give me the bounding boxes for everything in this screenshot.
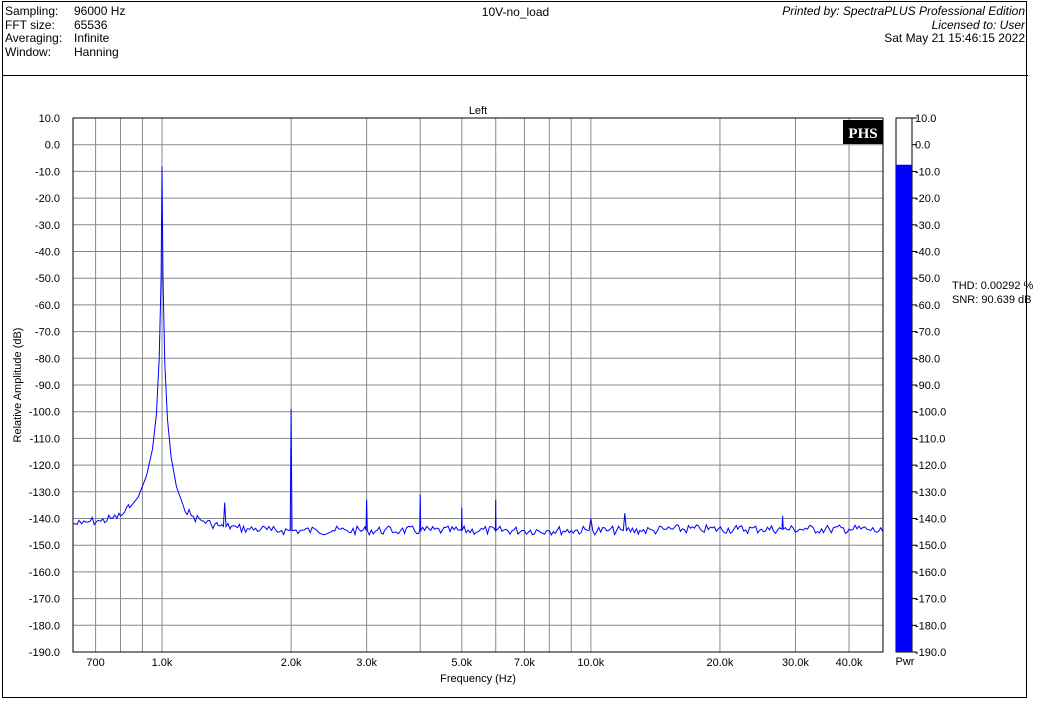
spectrum-chart: 10.0 0.0 -10.0 -20.0 -30.0 -40.0 -50.0 -60.0 -70…: [12, 105, 946, 685]
power-meter-tick-label: -40.0: [915, 247, 940, 259]
y-tick-label: -110.0: [30, 433, 60, 445]
power-meter-tick-label: -80.0: [915, 353, 940, 365]
thd-readout: THD: 0.00292 %: [952, 280, 1034, 292]
power-meter-tick-label: -190.0: [915, 647, 946, 659]
power-meter-tick-label: -20.0: [915, 193, 940, 205]
phs-logo: PHS: [843, 120, 883, 144]
y-tick-label: -90.0: [35, 380, 60, 392]
x-tick-label: 2.0k: [281, 657, 302, 669]
power-meter-label: Pwr: [896, 656, 915, 668]
y-tick-label: -100.0: [29, 407, 60, 419]
y-axis-label: Relative Amplitude (dB): [12, 328, 24, 443]
y-tick-label: -190.0: [29, 647, 60, 659]
chart-grid: [73, 117, 883, 653]
y-tick-label: -160.0: [29, 567, 60, 579]
x-tick-label: 30.0k: [782, 657, 809, 669]
x-axis-label: Frequency (Hz): [440, 673, 516, 685]
power-meter-tick-label: -180.0: [915, 620, 946, 632]
x-tick-labels: 700 1.0k 2.0k 3.0k 5.0k 7.0k 10.0k 20.0k 30.0k 40…: [86, 657, 863, 669]
power-meter-fill: [896, 164, 912, 652]
power-meter-tick-label: -120.0: [915, 460, 946, 472]
y-tick-label: -140.0: [29, 514, 60, 526]
y-tick-label: -50.0: [35, 273, 60, 285]
y-tick-label: -20.0: [35, 193, 60, 205]
power-meter-tick-label: -60.0: [915, 300, 940, 312]
chart-title: Left: [469, 105, 487, 117]
power-meter-ticks: 10.0 0.0 -10.0 -20.0 -30.0 -40.0 -50.0 -60.0 -70…: [912, 113, 946, 659]
power-meter-tick-label: -160.0: [915, 567, 946, 579]
spectrum-series-line: [73, 166, 884, 537]
y-tick-label: -10.0: [35, 166, 60, 178]
y-tick-label: -30.0: [35, 220, 60, 232]
power-meter-tick-label: -90.0: [915, 380, 940, 392]
y-tick-label: -130.0: [29, 487, 60, 499]
power-meter-tick-label: -10.0: [915, 166, 940, 178]
x-tick-label: 7.0k: [514, 657, 535, 669]
x-tick-label: 700: [86, 657, 104, 669]
y-tick-label: 10.0: [39, 113, 60, 125]
power-meter-tick-label: -150.0: [915, 540, 946, 552]
y-tick-label: 0.0: [45, 140, 60, 152]
x-tick-label: 5.0k: [451, 657, 472, 669]
power-meter-tick-label: -50.0: [915, 273, 940, 285]
y-tick-label: -80.0: [35, 353, 60, 365]
y-tick-labels: 10.0 0.0 -10.0 -20.0 -30.0 -40.0 -50.0 -60.0 -70…: [29, 113, 60, 659]
y-tick-label: -150.0: [29, 540, 60, 552]
power-meter-tick-label: -170.0: [915, 594, 946, 606]
spectrum-trace: [73, 166, 884, 537]
y-tick-label: -40.0: [35, 247, 60, 259]
y-tick-label: -120.0: [29, 460, 60, 472]
power-meter: 10.0 0.0 -10.0 -20.0 -30.0 -40.0 -50.0 -60.0 -70…: [895, 113, 946, 668]
y-tick-label: -70.0: [35, 327, 60, 339]
x-tick-label: 20.0k: [706, 657, 733, 669]
phs-logo-text: PHS: [848, 126, 877, 142]
x-tick-label: 3.0k: [356, 657, 377, 669]
power-meter-tick-label: -110.0: [915, 433, 945, 445]
power-meter-tick-label: -140.0: [915, 514, 946, 526]
power-meter-tick-label: 10.0: [915, 113, 936, 125]
power-meter-tick-label: -130.0: [915, 487, 946, 499]
x-tick-label: 10.0k: [577, 657, 604, 669]
power-meter-tick-label: 0.0: [915, 140, 930, 152]
x-tick-label: 40.0k: [836, 657, 863, 669]
power-meter-tick-label: -30.0: [915, 220, 940, 232]
y-tick-label: -180.0: [29, 620, 60, 632]
y-tick-label: -60.0: [35, 300, 60, 312]
power-meter-tick-label: -100.0: [915, 407, 946, 419]
snr-readout: SNR: 90.639 dB: [952, 294, 1032, 306]
y-tick-label: -170.0: [29, 594, 60, 606]
power-meter-tick-label: -70.0: [915, 327, 940, 339]
x-tick-label: 1.0k: [152, 657, 173, 669]
